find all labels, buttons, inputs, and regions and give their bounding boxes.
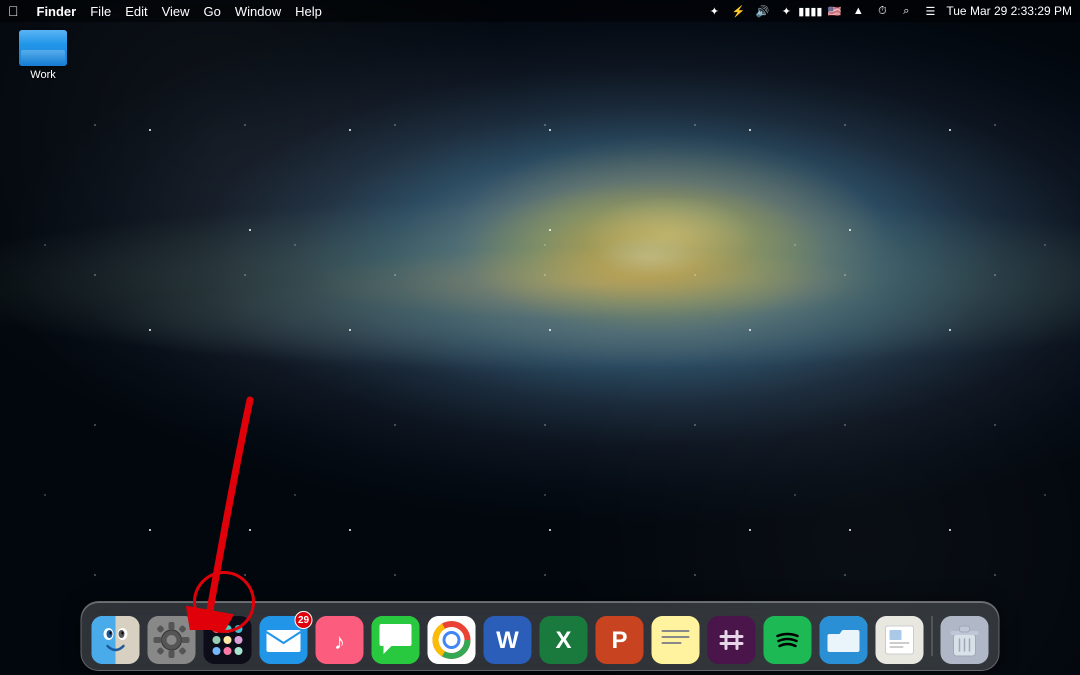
dock-separator — [932, 616, 933, 656]
folder-label: Work — [12, 69, 74, 81]
dock-item-preview[interactable] — [874, 614, 926, 666]
battery-saver-icon[interactable]: ⚡ — [730, 3, 746, 19]
dock-item-messages[interactable] — [370, 614, 422, 666]
svg-text:P: P — [611, 627, 627, 654]
word-icon: W — [484, 616, 532, 664]
bluetooth-icon[interactable]: ✦ — [778, 3, 794, 19]
menu-help[interactable]: Help — [295, 4, 322, 19]
mail-badge: 29 — [295, 611, 313, 629]
folder-tab — [19, 31, 41, 38]
folder-body — [19, 30, 67, 66]
apple-menu[interactable]:  — [8, 3, 19, 19]
datetime: Tue Mar 29 2:33:29 PM — [946, 4, 1072, 18]
audio-icon[interactable]: 🔊 — [754, 3, 770, 19]
powerpoint-icon: P — [596, 616, 644, 664]
dock-item-music[interactable]: ♪ — [314, 614, 366, 666]
battery-icon[interactable]: ▮▮▮▮ — [802, 3, 818, 19]
menu-edit[interactable]: Edit — [125, 4, 147, 19]
dock-item-chrome[interactable] — [426, 614, 478, 666]
app-name[interactable]: Finder — [37, 4, 77, 19]
preview-icon — [876, 616, 924, 664]
notification-icon[interactable]: ☰ — [922, 3, 938, 19]
svg-text:♪: ♪ — [334, 629, 345, 654]
dock-item-excel[interactable]: X — [538, 614, 590, 666]
dock-item-files[interactable] — [818, 614, 870, 666]
desktop:  Finder File Edit View Go Window Help ✦… — [0, 0, 1080, 675]
finder-highlight-circle — [193, 571, 255, 633]
folder-shine — [21, 50, 65, 64]
dock-item-spotify[interactable] — [762, 614, 814, 666]
dock-item-word[interactable]: W — [482, 614, 534, 666]
chrome-icon — [428, 616, 476, 664]
work-folder[interactable]: Work — [8, 22, 78, 85]
dropbox-icon[interactable]: ✦ — [706, 3, 722, 19]
music-icon: ♪ — [316, 616, 364, 664]
time-machine-icon[interactable]: ⏱ — [874, 3, 890, 19]
menu-window[interactable]: Window — [235, 4, 281, 19]
folder-icon — [19, 26, 67, 66]
menubar-left:  Finder File Edit View Go Window Help — [8, 3, 322, 19]
messages-icon — [372, 616, 420, 664]
excel-icon: X — [540, 616, 588, 664]
dock-item-finder[interactable] — [90, 614, 142, 666]
menu-file[interactable]: File — [90, 4, 111, 19]
finder-icon — [92, 616, 140, 664]
dock-item-slack[interactable] — [706, 614, 758, 666]
menu-go[interactable]: Go — [204, 4, 221, 19]
svg-text:X: X — [555, 627, 571, 654]
menubar-right: ✦ ⚡ 🔊 ✦ ▮▮▮▮ 🇺🇸 ▲ ⏱ ⌕ ☰ Tue Mar 29 2:33:… — [706, 3, 1072, 19]
trash-icon — [941, 616, 989, 664]
menu-view[interactable]: View — [162, 4, 190, 19]
search-icon[interactable]: ⌕ — [898, 3, 914, 19]
spotify-icon — [764, 616, 812, 664]
svg-text:W: W — [496, 627, 519, 654]
menubar:  Finder File Edit View Go Window Help ✦… — [0, 0, 1080, 22]
files-icon — [820, 616, 868, 664]
dock-item-notes[interactable] — [650, 614, 702, 666]
wifi-icon[interactable]: ▲ — [850, 3, 866, 19]
slack-icon — [708, 616, 756, 664]
dock-item-powerpoint[interactable]: P — [594, 614, 646, 666]
flag-icon[interactable]: 🇺🇸 — [826, 3, 842, 19]
notes-icon — [652, 616, 700, 664]
dock-item-trash[interactable] — [939, 614, 991, 666]
